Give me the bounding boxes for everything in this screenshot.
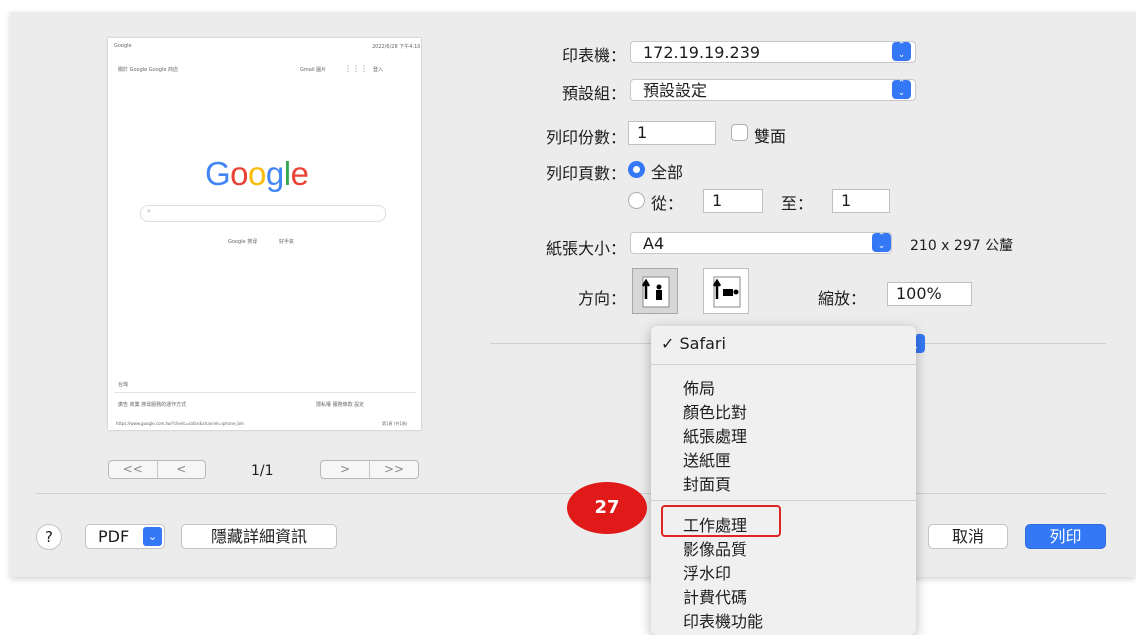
next-page-button[interactable]: > bbox=[321, 461, 369, 478]
menu-item-paper-handling[interactable]: 紙張處理 bbox=[683, 423, 747, 447]
preview-header-right: 2022/6/28 下午4:10 bbox=[372, 44, 421, 50]
copies-field[interactable]: 1 bbox=[628, 121, 716, 145]
portrait-icon bbox=[641, 276, 670, 308]
scale-field[interactable]: 100% bbox=[887, 282, 972, 306]
pages-to-label: 至： bbox=[781, 194, 814, 213]
printer-select[interactable]: 172.19.19.239 bbox=[630, 41, 916, 63]
printer-label: 印表機： bbox=[561, 46, 626, 65]
menu-separator bbox=[651, 500, 916, 501]
pages-label: 列印頁數： bbox=[545, 164, 626, 183]
preview-lucky-button: 好手氣 bbox=[279, 239, 295, 245]
copies-label: 列印份數： bbox=[545, 128, 626, 147]
preview-region: 台灣 bbox=[118, 382, 129, 388]
help-button[interactable]: ? bbox=[36, 524, 62, 550]
portrait-button[interactable] bbox=[632, 268, 678, 314]
pages-range-radio[interactable] bbox=[628, 192, 645, 209]
pdf-label: PDF bbox=[98, 527, 130, 546]
preview-footer-left: 廣告 商業 搜尋服務的運作方式 bbox=[118, 402, 187, 408]
paper-size-value: A4 bbox=[643, 234, 665, 253]
landscape-icon bbox=[712, 276, 741, 308]
logo-letter: G bbox=[205, 155, 231, 192]
preview-search-button: Google 搜尋 bbox=[228, 239, 258, 245]
apps-grid-icon: ⋮⋮⋮ bbox=[344, 64, 368, 73]
step-badge: 27 bbox=[567, 482, 647, 534]
duplex-checkbox[interactable] bbox=[731, 124, 748, 141]
first-page-button[interactable]: << bbox=[109, 461, 157, 478]
orientation-label: 方向： bbox=[577, 289, 626, 308]
preview-footer-divider bbox=[114, 392, 416, 393]
print-preview bbox=[108, 38, 421, 430]
preview-url: https://www.google.com.tw/?client=safari… bbox=[116, 421, 244, 426]
logo-letter: o bbox=[230, 155, 249, 192]
logo-letter: o bbox=[248, 155, 266, 192]
logo-letter: g bbox=[265, 155, 284, 192]
google-logo: Google bbox=[205, 155, 309, 193]
logo-letter: l bbox=[283, 155, 291, 192]
print-button[interactable]: 列印 bbox=[1025, 524, 1106, 549]
pdf-button[interactable]: PDF ⌄ bbox=[85, 524, 165, 549]
pages-from-field[interactable]: 1 bbox=[703, 189, 763, 213]
landscape-button[interactable] bbox=[703, 268, 749, 314]
preview-footer-right: 隱私權 服務條款 設定 bbox=[316, 402, 365, 408]
preset-value: 預設設定 bbox=[643, 81, 708, 100]
logo-letter: e bbox=[290, 155, 309, 192]
chevron-updown-icon: ⌃ ⌄ bbox=[892, 42, 911, 61]
paper-dimensions: 210 x 297 公釐 bbox=[910, 238, 1014, 254]
chevron-down-icon: ⌄ bbox=[143, 527, 162, 546]
cancel-button[interactable]: 取消 bbox=[928, 524, 1008, 549]
footer-divider bbox=[36, 493, 1106, 494]
menu-separator bbox=[651, 364, 916, 365]
highlight-box bbox=[661, 505, 781, 537]
menu-item-billing-code[interactable]: 計費代碼 bbox=[683, 584, 747, 608]
preview-page-label: 第1頁 (共1頁) bbox=[382, 421, 408, 426]
pager-forward: > >> bbox=[320, 460, 419, 479]
pages-from-label: 從： bbox=[651, 194, 684, 213]
preview-nav-right: Gmail 圖片 bbox=[300, 67, 327, 73]
menu-item-watermark[interactable]: 浮水印 bbox=[683, 560, 731, 584]
scale-label: 縮放： bbox=[818, 289, 867, 308]
preview-header-left: Google bbox=[114, 43, 132, 49]
duplex-label: 雙面 bbox=[754, 127, 787, 146]
menu-item-color-matching[interactable]: 顏色比對 bbox=[683, 399, 747, 423]
menu-item-paper-feed[interactable]: 送紙匣 bbox=[683, 447, 731, 471]
last-page-button[interactable]: >> bbox=[369, 461, 418, 478]
paper-size-label: 紙張大小： bbox=[545, 239, 626, 258]
menu-item-layout[interactable]: 佈局 bbox=[683, 375, 715, 399]
preview-search-box: ⌕ bbox=[140, 205, 386, 222]
chevron-updown-icon: ⌃ ⌄ bbox=[872, 233, 891, 252]
pager-back: << < bbox=[108, 460, 206, 479]
menu-item-printer-features[interactable]: 印表機功能 bbox=[683, 608, 763, 632]
page-counter: 1/1 bbox=[251, 463, 274, 479]
panel-menu: ✓ Safari 佈局 顏色比對 紙張處理 送紙匣 封面頁 工作處理 影像品質 … bbox=[651, 326, 916, 635]
pages-all-radio[interactable] bbox=[628, 161, 645, 178]
preview-nav-left: 關於 Google Google 商店 bbox=[118, 67, 179, 73]
preview-signin: 登入 bbox=[373, 67, 384, 73]
paper-size-select[interactable]: A4 bbox=[630, 232, 892, 254]
printer-value: 172.19.19.239 bbox=[643, 43, 761, 62]
preset-select[interactable]: 預設設定 bbox=[630, 79, 916, 101]
pages-all-label: 全部 bbox=[651, 163, 684, 182]
pages-to-field[interactable]: 1 bbox=[832, 189, 890, 213]
menu-item-safari[interactable]: ✓ Safari bbox=[661, 334, 726, 353]
preset-label: 預設組： bbox=[561, 84, 626, 103]
chevron-updown-icon: ⌃ ⌄ bbox=[892, 80, 911, 99]
menu-item-image-quality[interactable]: 影像品質 bbox=[683, 536, 747, 560]
search-icon: ⌕ bbox=[147, 207, 151, 215]
menu-item-cover-page[interactable]: 封面頁 bbox=[683, 471, 731, 495]
hide-details-button[interactable]: 隱藏詳細資訊 bbox=[181, 524, 337, 549]
prev-page-button[interactable]: < bbox=[156, 461, 206, 478]
